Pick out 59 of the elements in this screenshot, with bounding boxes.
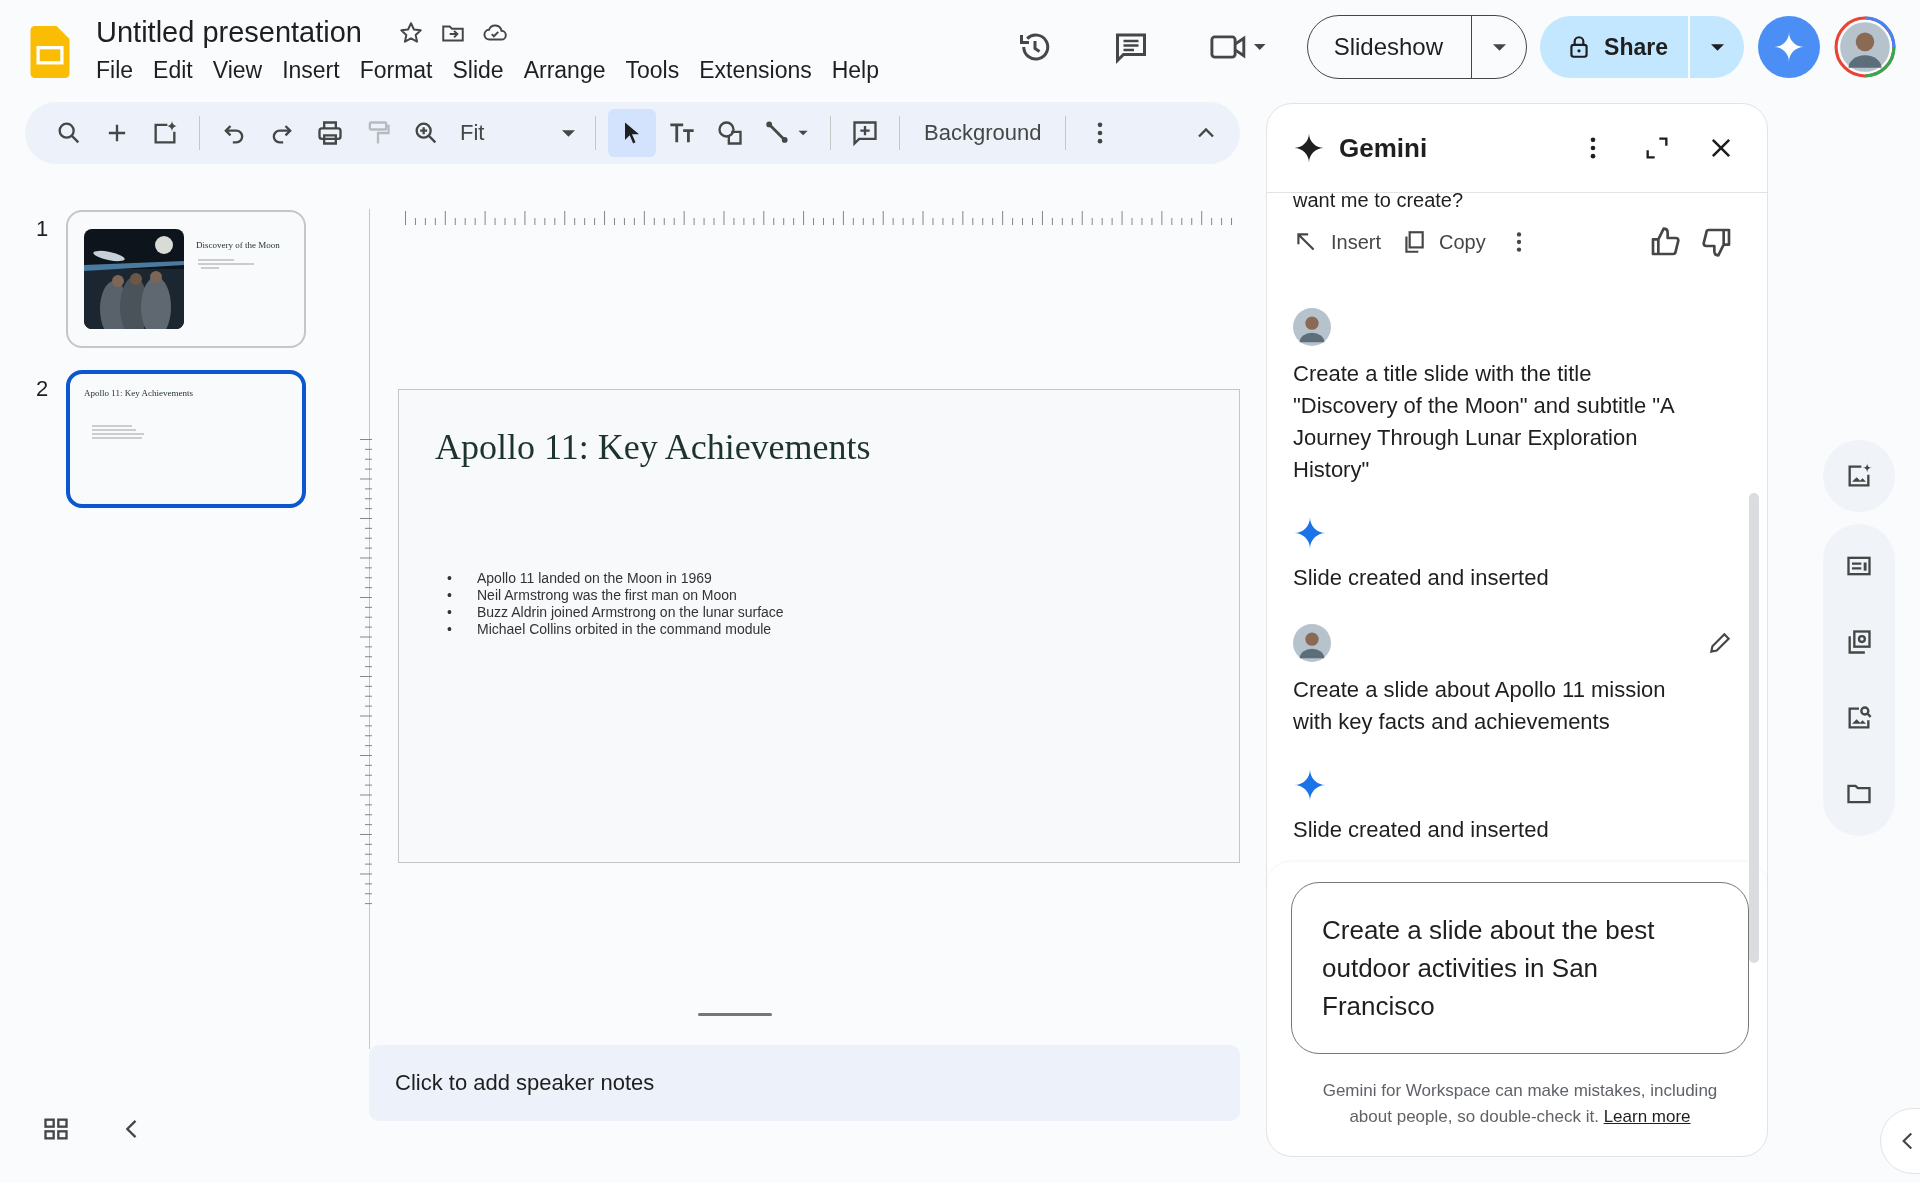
menu-item[interactable]: Format [353, 55, 447, 86]
user-prompt: Create a slide about Apollo 11 mission with key facts and achievements [1293, 676, 1667, 736]
zoom-dropdown[interactable]: Fit [460, 120, 575, 146]
scrollbar[interactable] [1749, 493, 1759, 963]
bullet-marker: • [447, 570, 453, 587]
slideshow-button[interactable]: Slideshow [1307, 16, 1473, 78]
user-avatar [1293, 624, 1331, 662]
insert-button[interactable]: Insert [1293, 229, 1382, 255]
menu-item[interactable]: Insert [276, 55, 354, 86]
gemini-response: Slide created and inserted [1293, 564, 1550, 592]
slide-number: 2 [36, 375, 50, 402]
response-text: want me to create? [1293, 189, 1465, 212]
caret-icon [1492, 43, 1506, 51]
slide-thumbnail[interactable]: Discovery of the Moon [66, 210, 306, 348]
menu-item[interactable]: File [90, 55, 148, 86]
thumbnail-title: Discovery of the Moon [196, 240, 280, 250]
gemini-response: Slide created and inserted [1293, 816, 1550, 844]
document-title[interactable]: Untitled presentation [96, 16, 362, 49]
shapes-icon[interactable] [716, 119, 744, 147]
account-avatar[interactable] [1834, 16, 1896, 78]
caret-icon [1710, 43, 1724, 51]
print-icon[interactable] [316, 119, 344, 147]
menu-item[interactable]: Help [825, 55, 894, 86]
menu-item[interactable]: Tools [619, 55, 694, 86]
disclaimer-text: Gemini for Workspace can make mistakes, including about people, so double-check it. Learn more [1321, 1080, 1719, 1128]
slide-bullet[interactable]: Apollo 11 landed on the Moon in 1969 [477, 570, 712, 587]
user-avatar [1293, 308, 1331, 346]
select-tool-button[interactable] [608, 109, 656, 157]
menu-item[interactable]: View [206, 55, 277, 86]
caret-icon [562, 129, 575, 137]
slide-title[interactable]: Apollo 11: Key Achievements [435, 426, 1239, 468]
copy-button[interactable]: Copy [1401, 229, 1486, 255]
thumbs-up-icon[interactable] [1649, 226, 1681, 258]
add-comment-icon[interactable] [851, 119, 879, 147]
user-prompt: Create a title slide with the title "Discovery of the Moon" and subtitle "A Journey Through Lunar Exploration History" [1293, 360, 1676, 484]
menu-item[interactable]: Slide [446, 55, 518, 86]
panel-title: Gemini [1339, 132, 1428, 164]
edit-pencil-icon[interactable] [1707, 630, 1733, 656]
menu-item[interactable]: Arrange [517, 55, 620, 86]
speaker-notes-field[interactable]: Click to add speaker notes [369, 1045, 1240, 1121]
bullet-marker: • [447, 604, 453, 621]
slide-thumbnail[interactable]: Apollo 11: Key Achievements [66, 370, 306, 508]
slide-number: 1 [36, 215, 50, 242]
thumbs-down-icon[interactable] [1701, 226, 1733, 258]
slide-bullet[interactable]: Michael Collins orbited in the command module [477, 621, 772, 638]
slide-bullet[interactable]: Buzz Aldrin joined Armstrong on the lunar surface [477, 604, 784, 621]
thumbnail-title: Apollo 11: Key Achievements [84, 388, 193, 398]
star-icon[interactable] [398, 19, 424, 46]
learn-more-link[interactable]: Learn more [1603, 1107, 1691, 1126]
prompt-field[interactable]: Create a slide about the best outdoor activities in San Francisco [1291, 882, 1749, 1054]
text-lines-drawing [196, 258, 256, 272]
menu-item[interactable]: Extensions [693, 55, 826, 86]
bullet-marker: • [447, 587, 453, 604]
share-button[interactable]: Share [1540, 16, 1690, 78]
bullet-marker: • [447, 621, 453, 638]
resize-handle[interactable] [698, 1013, 772, 1016]
slide-bullet[interactable]: Neil Armstrong was the first man on Moon [477, 587, 737, 604]
background-button[interactable]: Background [920, 120, 1046, 146]
menu-item[interactable]: Edit [147, 55, 207, 86]
